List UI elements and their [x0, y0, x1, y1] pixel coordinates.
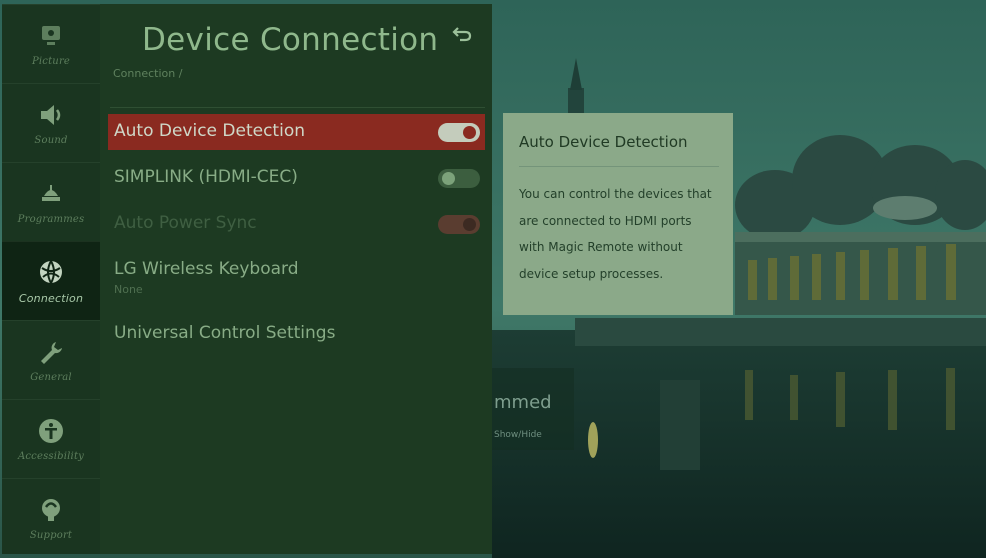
- setting-universal-control[interactable]: Universal Control Settings: [108, 316, 485, 352]
- rail-item-accessibility[interactable]: Accessibility: [2, 399, 100, 478]
- background-partial-subtext: Show/Hide: [494, 430, 542, 440]
- setting-label: SIMPLINK (HDMI-CEC): [114, 167, 298, 187]
- connection-globe-icon: [37, 258, 65, 286]
- page-title: Device Connection: [142, 22, 439, 58]
- category-rail: Picture Sound Programmes Connection Gene…: [2, 4, 100, 554]
- device-connection-panel: Device Connection Connection / Auto Devi…: [100, 4, 492, 554]
- tooltip-title: Auto Device Detection: [519, 133, 688, 151]
- setting-label: Auto Power Sync: [114, 213, 257, 233]
- auto-power-sync-toggle: [438, 215, 480, 234]
- setting-auto-device-detection[interactable]: Auto Device Detection: [108, 114, 485, 150]
- wrench-icon: [37, 338, 65, 366]
- setting-simplink[interactable]: SIMPLINK (HDMI-CEC): [108, 160, 485, 196]
- setting-auto-power-sync: Auto Power Sync: [108, 206, 485, 242]
- speaker-icon: [37, 101, 65, 129]
- picture-icon: [37, 22, 65, 50]
- setting-label: Auto Device Detection: [114, 121, 306, 141]
- back-arrow-icon: [450, 27, 474, 48]
- tv-screen: mmed Show/Hide Picture Sound Programmes: [0, 0, 986, 558]
- back-button[interactable]: [450, 24, 476, 46]
- rail-item-general[interactable]: General: [2, 320, 100, 399]
- auto-device-detection-toggle[interactable]: [438, 123, 480, 142]
- setting-label: Universal Control Settings: [114, 323, 336, 343]
- accessibility-icon: [37, 417, 65, 445]
- antenna-icon: [37, 180, 65, 208]
- background-overlay-hint: mmed Show/Hide: [492, 368, 574, 450]
- tooltip-divider: [519, 166, 719, 167]
- rail-label-sound: Sound: [34, 134, 68, 146]
- tooltip-body: You can control the devices that are con…: [519, 187, 712, 281]
- simplink-toggle[interactable]: [438, 169, 480, 188]
- setting-lg-wireless-keyboard[interactable]: LG Wireless Keyboard None: [108, 252, 485, 302]
- breadcrumb: Connection /: [113, 67, 183, 80]
- divider: [110, 107, 485, 108]
- setting-value: None: [114, 283, 143, 296]
- rail-label-accessibility: Accessibility: [17, 450, 85, 462]
- rail-item-sound[interactable]: Sound: [2, 83, 100, 162]
- rail-label-general: General: [30, 371, 72, 383]
- rail-label-programmes: Programmes: [17, 213, 85, 225]
- setting-label: LG Wireless Keyboard: [114, 259, 299, 279]
- help-tooltip: Auto Device Detection You can control th…: [503, 113, 733, 315]
- rail-label-support: Support: [29, 529, 73, 541]
- rail-item-programmes[interactable]: Programmes: [2, 162, 100, 241]
- rail-item-connection[interactable]: Connection: [2, 241, 100, 320]
- rail-item-support[interactable]: Support: [2, 478, 100, 557]
- background-partial-text: mmed: [494, 392, 552, 413]
- rail-item-picture[interactable]: Picture: [2, 4, 100, 83]
- rail-label-picture: Picture: [31, 55, 71, 67]
- rail-label-connection: Connection: [18, 291, 84, 305]
- support-icon: [37, 496, 65, 524]
